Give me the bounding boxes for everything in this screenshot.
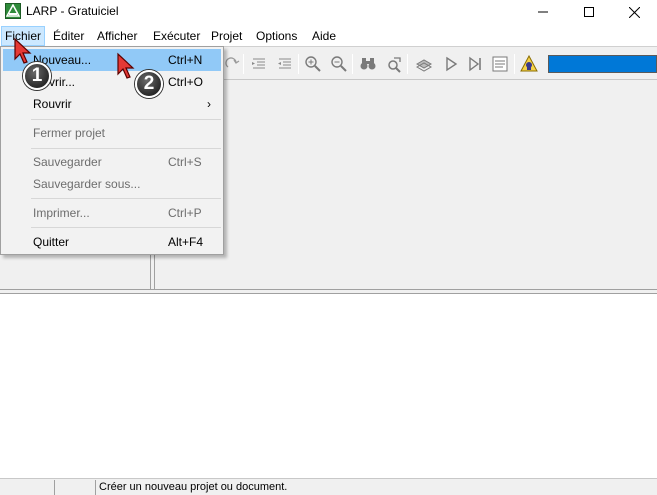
step-badge-1: 1 [23,62,51,90]
status-bar: Créer un nouveau projet ou document. [0,478,657,495]
status-divider [54,480,55,495]
compile-icon[interactable] [415,55,433,73]
pointer-cursor-icon [117,52,135,79]
title-bar: LARP - Gratuiciel [0,0,657,26]
menu-editer[interactable]: Éditer [50,26,87,46]
minimize-button[interactable] [520,0,566,24]
toolbar-separator [352,54,353,74]
toolbar-separator [514,54,515,74]
menu-item-rouvrir[interactable]: Rouvrir › [3,93,221,115]
menu-afficher[interactable]: Afficher [94,26,140,46]
step-icon[interactable] [466,55,484,73]
menu-item-label: Imprimer... [33,206,90,220]
menu-projet[interactable]: Projet [208,26,245,46]
pointer-cursor-icon [14,37,32,64]
redo-icon[interactable] [224,55,242,73]
menu-item-label: Fermer projet [33,126,106,140]
help-warning-icon[interactable] [520,54,538,73]
toolbar-separator [298,54,299,74]
larp-app-icon[interactable] [5,3,21,19]
menu-item-quitter[interactable]: Quitter Alt+F4 [3,231,221,253]
menu-item-shortcut: Ctrl+S [168,155,202,169]
menu-separator [31,119,221,120]
menu-item-shortcut: Ctrl+P [168,206,202,220]
submenu-arrow-icon: › [207,97,211,111]
menu-separator [31,227,221,228]
close-button[interactable] [611,0,657,24]
menu-bar: Fichier Éditer Afficher Exécuter Projet … [0,26,657,46]
toolbar-separator [407,54,408,74]
run-icon[interactable] [442,55,460,73]
replace-icon[interactable] [385,55,403,73]
menu-item-shortcut: Ctrl+O [168,75,204,89]
outdent-icon[interactable] [276,55,294,73]
menu-separator [31,148,221,149]
menu-item-label: Sauvegarder [33,155,102,169]
menu-separator [31,198,221,199]
menu-item-shortcut: Ctrl+N [168,53,203,67]
menu-aide[interactable]: Aide [309,26,339,46]
execution-progress-bar [548,55,657,73]
status-divider [95,480,96,495]
menu-item-sauvegarder-sous[interactable]: Sauvegarder sous... [3,173,221,195]
indent-icon[interactable] [250,55,268,73]
menu-item-sauvegarder[interactable]: Sauvegarder Ctrl+S [3,151,221,173]
menu-item-label: Rouvrir [33,97,72,111]
zoom-in-icon[interactable] [304,55,322,73]
console-icon[interactable] [491,55,509,73]
menu-executer[interactable]: Exécuter [150,26,203,46]
menu-item-shortcut: Alt+F4 [168,235,204,249]
window-title: LARP - Gratuiciel [26,4,119,18]
menu-item-imprimer[interactable]: Imprimer... Ctrl+P [3,202,221,224]
toolbar-separator [243,54,244,74]
menu-item-fermer-projet[interactable]: Fermer projet [3,122,221,144]
binoculars-icon[interactable] [359,55,377,73]
menu-item-label: Sauvegarder sous... [33,177,141,191]
menu-item-label: Quitter [33,235,70,249]
zoom-out-icon[interactable] [330,55,348,73]
output-pane[interactable] [0,294,657,478]
step-badge-2: 2 [135,70,163,98]
status-message: Créer un nouveau projet ou document. [99,481,288,493]
maximize-button[interactable] [566,0,612,24]
menu-options[interactable]: Options [253,26,300,46]
